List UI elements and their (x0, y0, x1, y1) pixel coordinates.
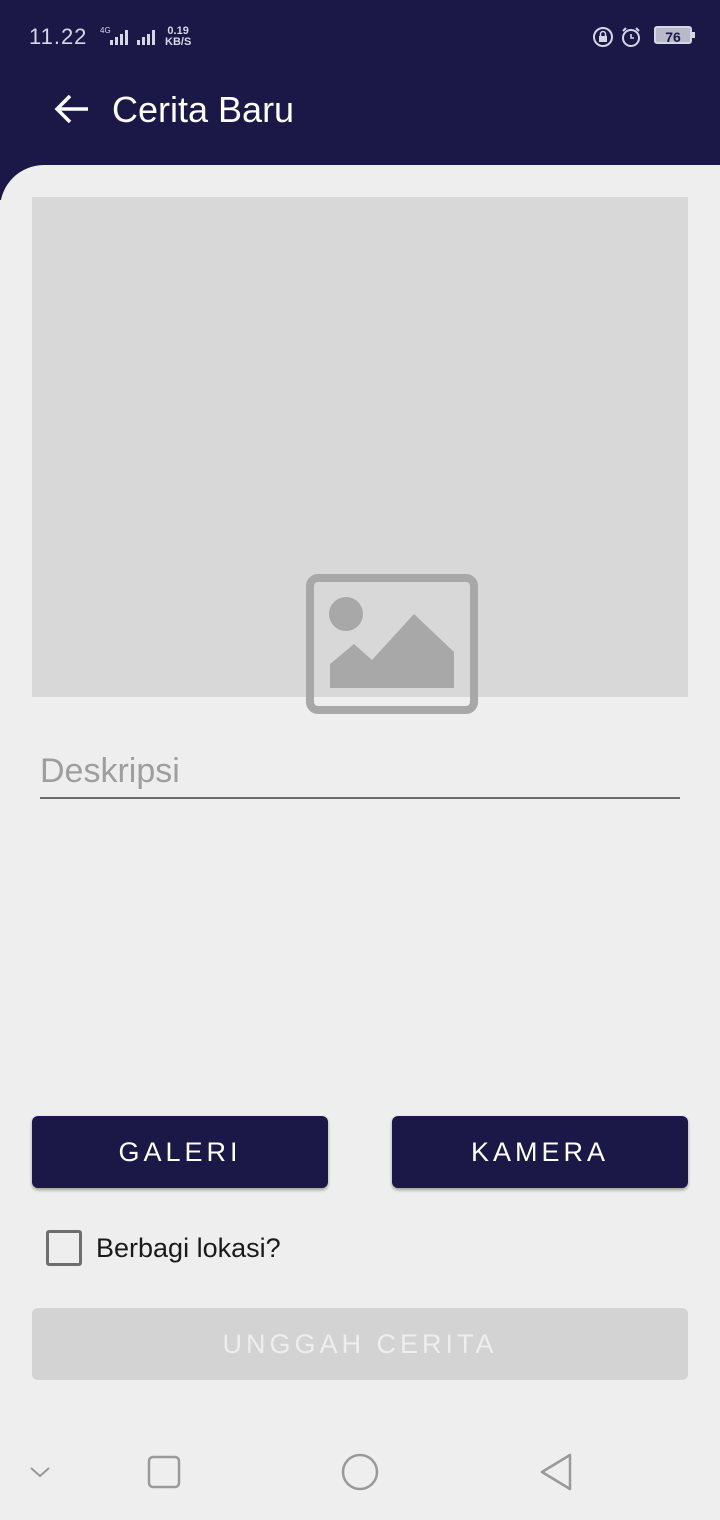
arrow-left-icon (54, 94, 88, 124)
share-location-checkbox[interactable] (46, 1230, 82, 1266)
upload-story-button[interactable]: UNGGAH CERITA (32, 1308, 688, 1380)
net-speed-unit: KB/S (165, 36, 192, 48)
home-circle-icon[interactable] (340, 1452, 380, 1492)
signal-icon: 4G (100, 26, 155, 45)
back-button[interactable] (50, 88, 94, 132)
alarm-icon (622, 27, 640, 47)
network-type-label: 4G (100, 26, 111, 35)
net-speed: 0.19 KB/S (165, 26, 191, 48)
recents-square-icon[interactable] (146, 1454, 182, 1490)
battery-icon: 76 (654, 26, 695, 45)
lock-rotation-icon (593, 27, 613, 47)
back-triangle-icon[interactable] (536, 1452, 576, 1492)
description-input[interactable] (40, 746, 680, 799)
gallery-button[interactable]: GALERI (32, 1116, 328, 1188)
image-placeholder-icon (306, 574, 478, 714)
chevron-down-icon[interactable] (28, 1460, 52, 1484)
page-title: Cerita Baru (112, 89, 295, 130)
camera-button[interactable]: KAMERA (392, 1116, 688, 1188)
system-nav-bar (0, 1440, 720, 1504)
share-location-label[interactable]: Berbagi lokasi? (96, 1230, 281, 1266)
status-icons (593, 27, 640, 47)
status-time: 11.22 (29, 24, 88, 49)
image-preview (32, 197, 688, 714)
